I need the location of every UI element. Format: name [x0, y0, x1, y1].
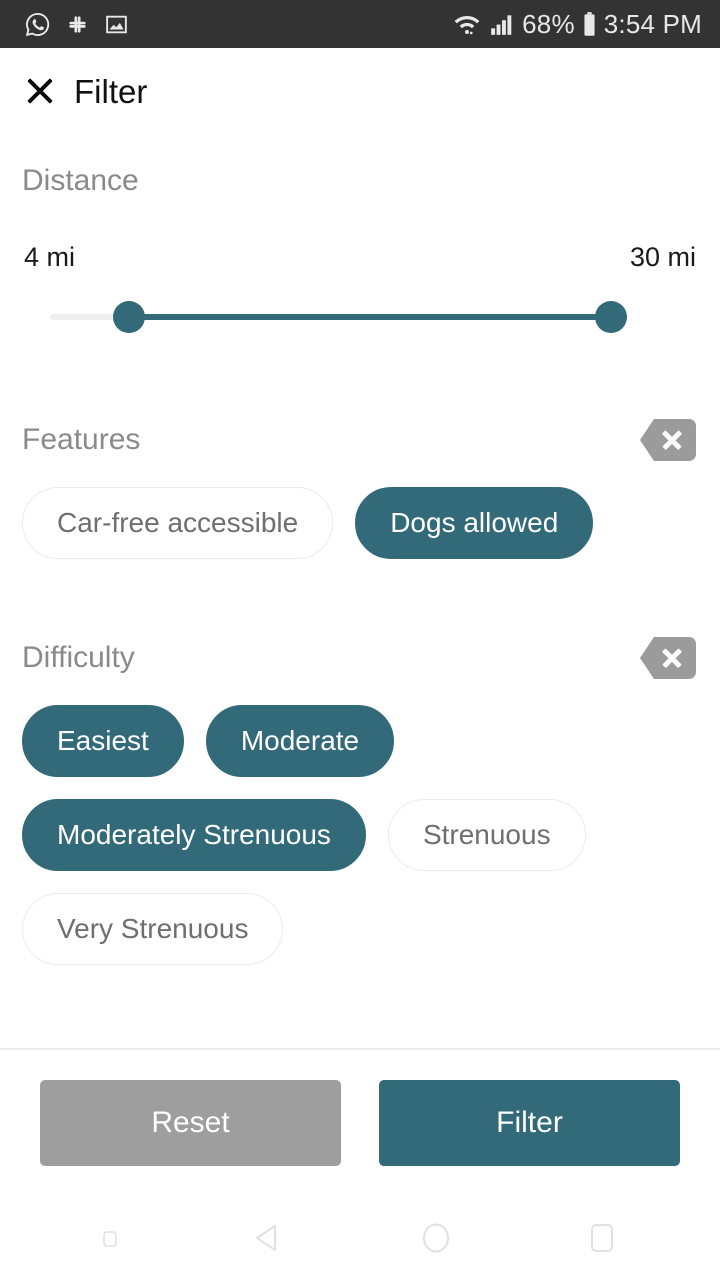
slider-thumb-min[interactable]: [113, 301, 145, 333]
difficulty-section-title: Difficulty: [22, 641, 135, 674]
page-title: Filter: [74, 72, 148, 110]
difficulty-section-header: Difficulty: [22, 637, 698, 679]
chip-easiest[interactable]: Easiest: [22, 705, 184, 777]
chip-moderate[interactable]: Moderate: [205, 705, 395, 777]
features-chip-row: Car-free accessible Dogs allowed: [22, 487, 698, 559]
home-circle-icon[interactable]: [416, 1218, 456, 1258]
filter-button[interactable]: Filter: [379, 1080, 680, 1166]
distance-max-label: 30 mi: [629, 242, 696, 272]
photo-icon: [106, 15, 127, 33]
whatsapp-icon: [25, 12, 50, 36]
distance-range-slider[interactable]: [22, 295, 698, 339]
distance-min-label: 4 mi: [24, 242, 76, 272]
status-bar-system-icons: 68% 3:54 PM: [452, 9, 702, 40]
distance-range-labels: 4 mi 30 mi: [22, 242, 698, 273]
cellular-signal-icon: [491, 15, 512, 35]
difficulty-chip-row: Easiest Moderate Moderately Strenuous St…: [22, 705, 698, 965]
chip-dogs-allowed[interactable]: Dogs allowed: [355, 487, 594, 559]
battery-percent-label: 68%: [522, 8, 575, 39]
distance-section: Distance 4 mi 30 mi: [22, 120, 698, 339]
reset-button[interactable]: Reset: [40, 1080, 341, 1166]
difficulty-section: Difficulty Easiest Moderate Moderately S…: [22, 559, 698, 965]
slider-thumb-max[interactable]: [595, 301, 627, 333]
status-bar: 68% 3:54 PM: [0, 0, 720, 48]
screen-header: Filter: [0, 48, 720, 120]
filter-content: Distance 4 mi 30 mi Features Car-free ac…: [0, 120, 720, 1048]
chip-very-strenuous[interactable]: Very Strenuous: [22, 893, 284, 965]
wifi-icon: [454, 15, 480, 35]
clock-label: 3:54 PM: [603, 8, 702, 39]
android-navigation-bar: [0, 1196, 720, 1280]
features-section-title: Features: [22, 423, 141, 456]
features-clear-button[interactable]: [640, 419, 696, 461]
chip-strenuous[interactable]: Strenuous: [387, 799, 586, 871]
features-section: Features Car-free accessible Dogs allowe…: [22, 339, 698, 559]
clear-x-glyph: [661, 647, 683, 669]
difficulty-clear-button[interactable]: [640, 637, 696, 679]
chip-car-free-accessible[interactable]: Car-free accessible: [22, 487, 334, 559]
status-bar-notification-icons: [24, 11, 129, 38]
menu-square-icon[interactable]: [100, 1226, 120, 1250]
clear-x-glyph: [661, 429, 683, 451]
features-section-header: Features: [22, 419, 698, 461]
distance-section-title: Distance: [22, 164, 139, 197]
recents-square-icon[interactable]: [584, 1218, 620, 1258]
footer-actions: Reset Filter: [0, 1048, 720, 1196]
battery-icon: [584, 11, 595, 36]
slack-icon: [69, 15, 86, 33]
chip-moderately-strenuous[interactable]: Moderately Strenuous: [22, 799, 366, 871]
filter-screen: 68% 3:54 PM Filter Distance 4 mi 30 mi F…: [0, 0, 720, 1280]
slider-track-fill: [128, 314, 610, 320]
close-icon[interactable]: [24, 75, 56, 107]
back-triangle-icon[interactable]: [248, 1218, 288, 1258]
